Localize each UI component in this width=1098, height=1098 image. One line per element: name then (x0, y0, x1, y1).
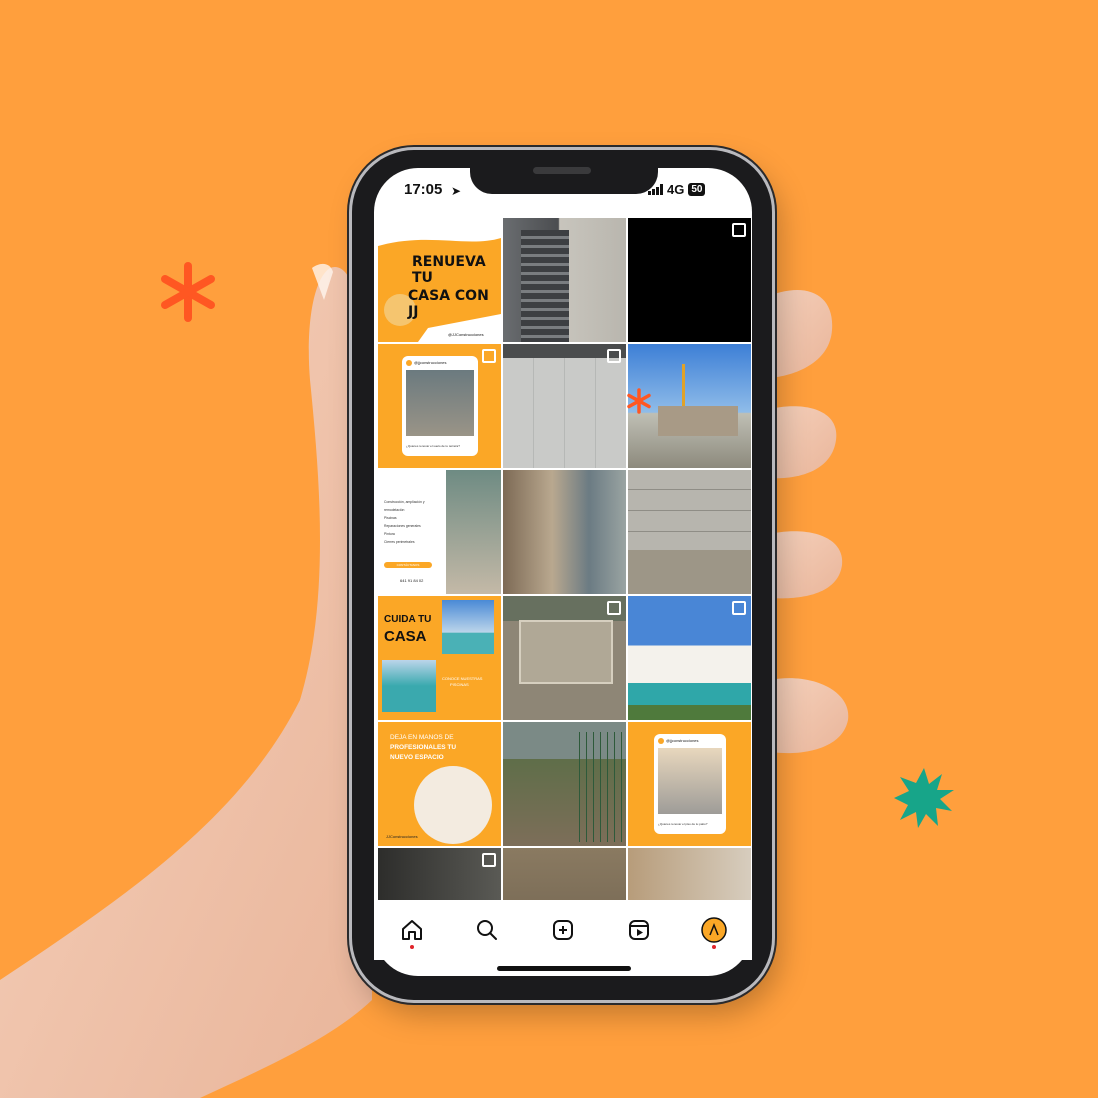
pool-photo-1 (442, 600, 494, 654)
post-ig-2[interactable]: @jjconstrucciones ¿Quieres renovar el pi… (628, 722, 751, 846)
create-icon (552, 920, 573, 940)
search-icon (477, 920, 498, 940)
profile-avatar (701, 917, 727, 943)
notch (470, 160, 658, 194)
post-prof-line-2: PROFESIONALES TU (390, 744, 457, 751)
profile-post-grid: RENUEVA TU CASA CON JJ @JJConstrucciones… (378, 218, 751, 900)
multi-photo-icon (482, 853, 496, 867)
multi-photo-icon (732, 223, 746, 237)
post-services[interactable]: Construcción, ampliación y remodelación … (378, 470, 501, 594)
worker-illustration (414, 766, 492, 844)
service-item: Construcción, ampliación y remodelación (384, 500, 425, 512)
post-wall-photo[interactable] (628, 470, 751, 594)
post-rebar-photo[interactable] (628, 218, 751, 342)
building-shape (521, 230, 569, 342)
reels-icon (628, 920, 649, 940)
ig-card-caption: ¿Quieres renovar el suelo de tu terraza? (406, 444, 460, 448)
post-renueva-handle: @JJConstrucciones (448, 332, 484, 337)
post-cuida[interactable]: CUIDA TU CASA CONOCE NUESTRAS PISCINAS (378, 596, 501, 720)
post-cuida-sub-1: CONOCE NUESTRAS (442, 676, 483, 681)
multi-photo-icon (482, 349, 496, 363)
post-renueva-line-2: CASA CON JJ (408, 288, 489, 320)
asterisk-decoration-icon (627, 388, 651, 414)
service-item: Piscinas (384, 516, 397, 520)
ground (628, 550, 751, 594)
battery-icon: 50 (688, 183, 706, 196)
post-renueva-line-1: RENUEVA TU (412, 254, 486, 286)
post-prof-line-3: NUEVO ESPACIO (390, 754, 444, 761)
ig-card: @jjconstrucciones ¿Quieres renovar el su… (402, 356, 478, 456)
status-time: 17:05 (404, 181, 443, 198)
post-ig-1[interactable]: @jjconstrucciones ¿Quieres renovar el su… (378, 344, 501, 468)
post-prof-line-1: DEJA EN MANOS DE (390, 734, 454, 741)
notification-dot (712, 945, 717, 949)
ig-card-caption: ¿Quieres renovar el piso de tu patio? (658, 822, 708, 826)
post-worker-photo[interactable] (503, 470, 626, 594)
post-site-work-photo[interactable] (503, 848, 626, 900)
nav-search[interactable] (470, 913, 504, 947)
multi-photo-icon (607, 601, 621, 615)
structure-shape (658, 406, 738, 436)
ig-card: @jjconstrucciones ¿Quieres renovar el pi… (654, 734, 726, 834)
post-storefront-photo[interactable] (378, 848, 501, 900)
ig-card-handle: @jjconstrucciones (414, 360, 447, 365)
post-pool-construction-photo[interactable] (503, 596, 626, 720)
post-renueva[interactable]: RENUEVA TU CASA CON JJ @JJConstrucciones (378, 218, 501, 342)
services-phone: 641 91 84 02 (400, 578, 424, 583)
notification-dot (409, 945, 414, 949)
post-profesionales[interactable]: DEJA EN MANOS DE PROFESIONALES TU NUEVO … (378, 722, 501, 846)
post-interior-photo[interactable] (628, 848, 751, 900)
bottom-navigation (374, 900, 752, 960)
post-building-photo[interactable] (503, 218, 626, 342)
post-cuida-sub-2: PISCINAS (450, 682, 469, 687)
nav-create[interactable] (546, 913, 580, 947)
home-indicator (497, 966, 631, 971)
contact-button: CONTÁCTANOS (384, 562, 432, 568)
nav-home[interactable] (395, 913, 429, 949)
post-prof-handle: JJConstrucciones (386, 834, 418, 839)
post-cuida-line-1: CUIDA TU (384, 614, 432, 625)
service-item: Cierres perimetrales (384, 540, 415, 544)
services-list: Construcción, ampliación y remodelación … (384, 498, 444, 546)
services-photo (446, 470, 501, 594)
post-finished-pool-photo[interactable] (628, 596, 751, 720)
post-bathroom-photo[interactable] (503, 344, 626, 468)
service-item: Pintura (384, 532, 395, 536)
post-cuida-line-2: CASA (384, 628, 427, 645)
service-item: Reparaciones generales (384, 524, 421, 528)
ig-card-handle: @jjconstrucciones (666, 738, 699, 743)
status-indicators: 4G 50 (648, 182, 706, 197)
nav-profile[interactable] (697, 913, 731, 949)
card-avatar (658, 738, 664, 744)
multi-photo-icon (732, 601, 746, 615)
multi-photo-icon (607, 349, 621, 363)
fence-shape (573, 732, 623, 842)
pool-shell (519, 620, 613, 684)
speaker (533, 167, 591, 174)
pool-photo-2 (382, 660, 436, 712)
signal-icon (648, 184, 663, 195)
card-photo (658, 748, 722, 814)
network-label: 4G (667, 182, 685, 197)
nav-reels[interactable] (622, 913, 656, 947)
location-arrow-icon: ➤ (451, 184, 462, 198)
home-icon (401, 920, 422, 940)
post-fence-photo[interactable] (503, 722, 626, 846)
card-photo (406, 370, 474, 436)
card-avatar (406, 360, 412, 366)
